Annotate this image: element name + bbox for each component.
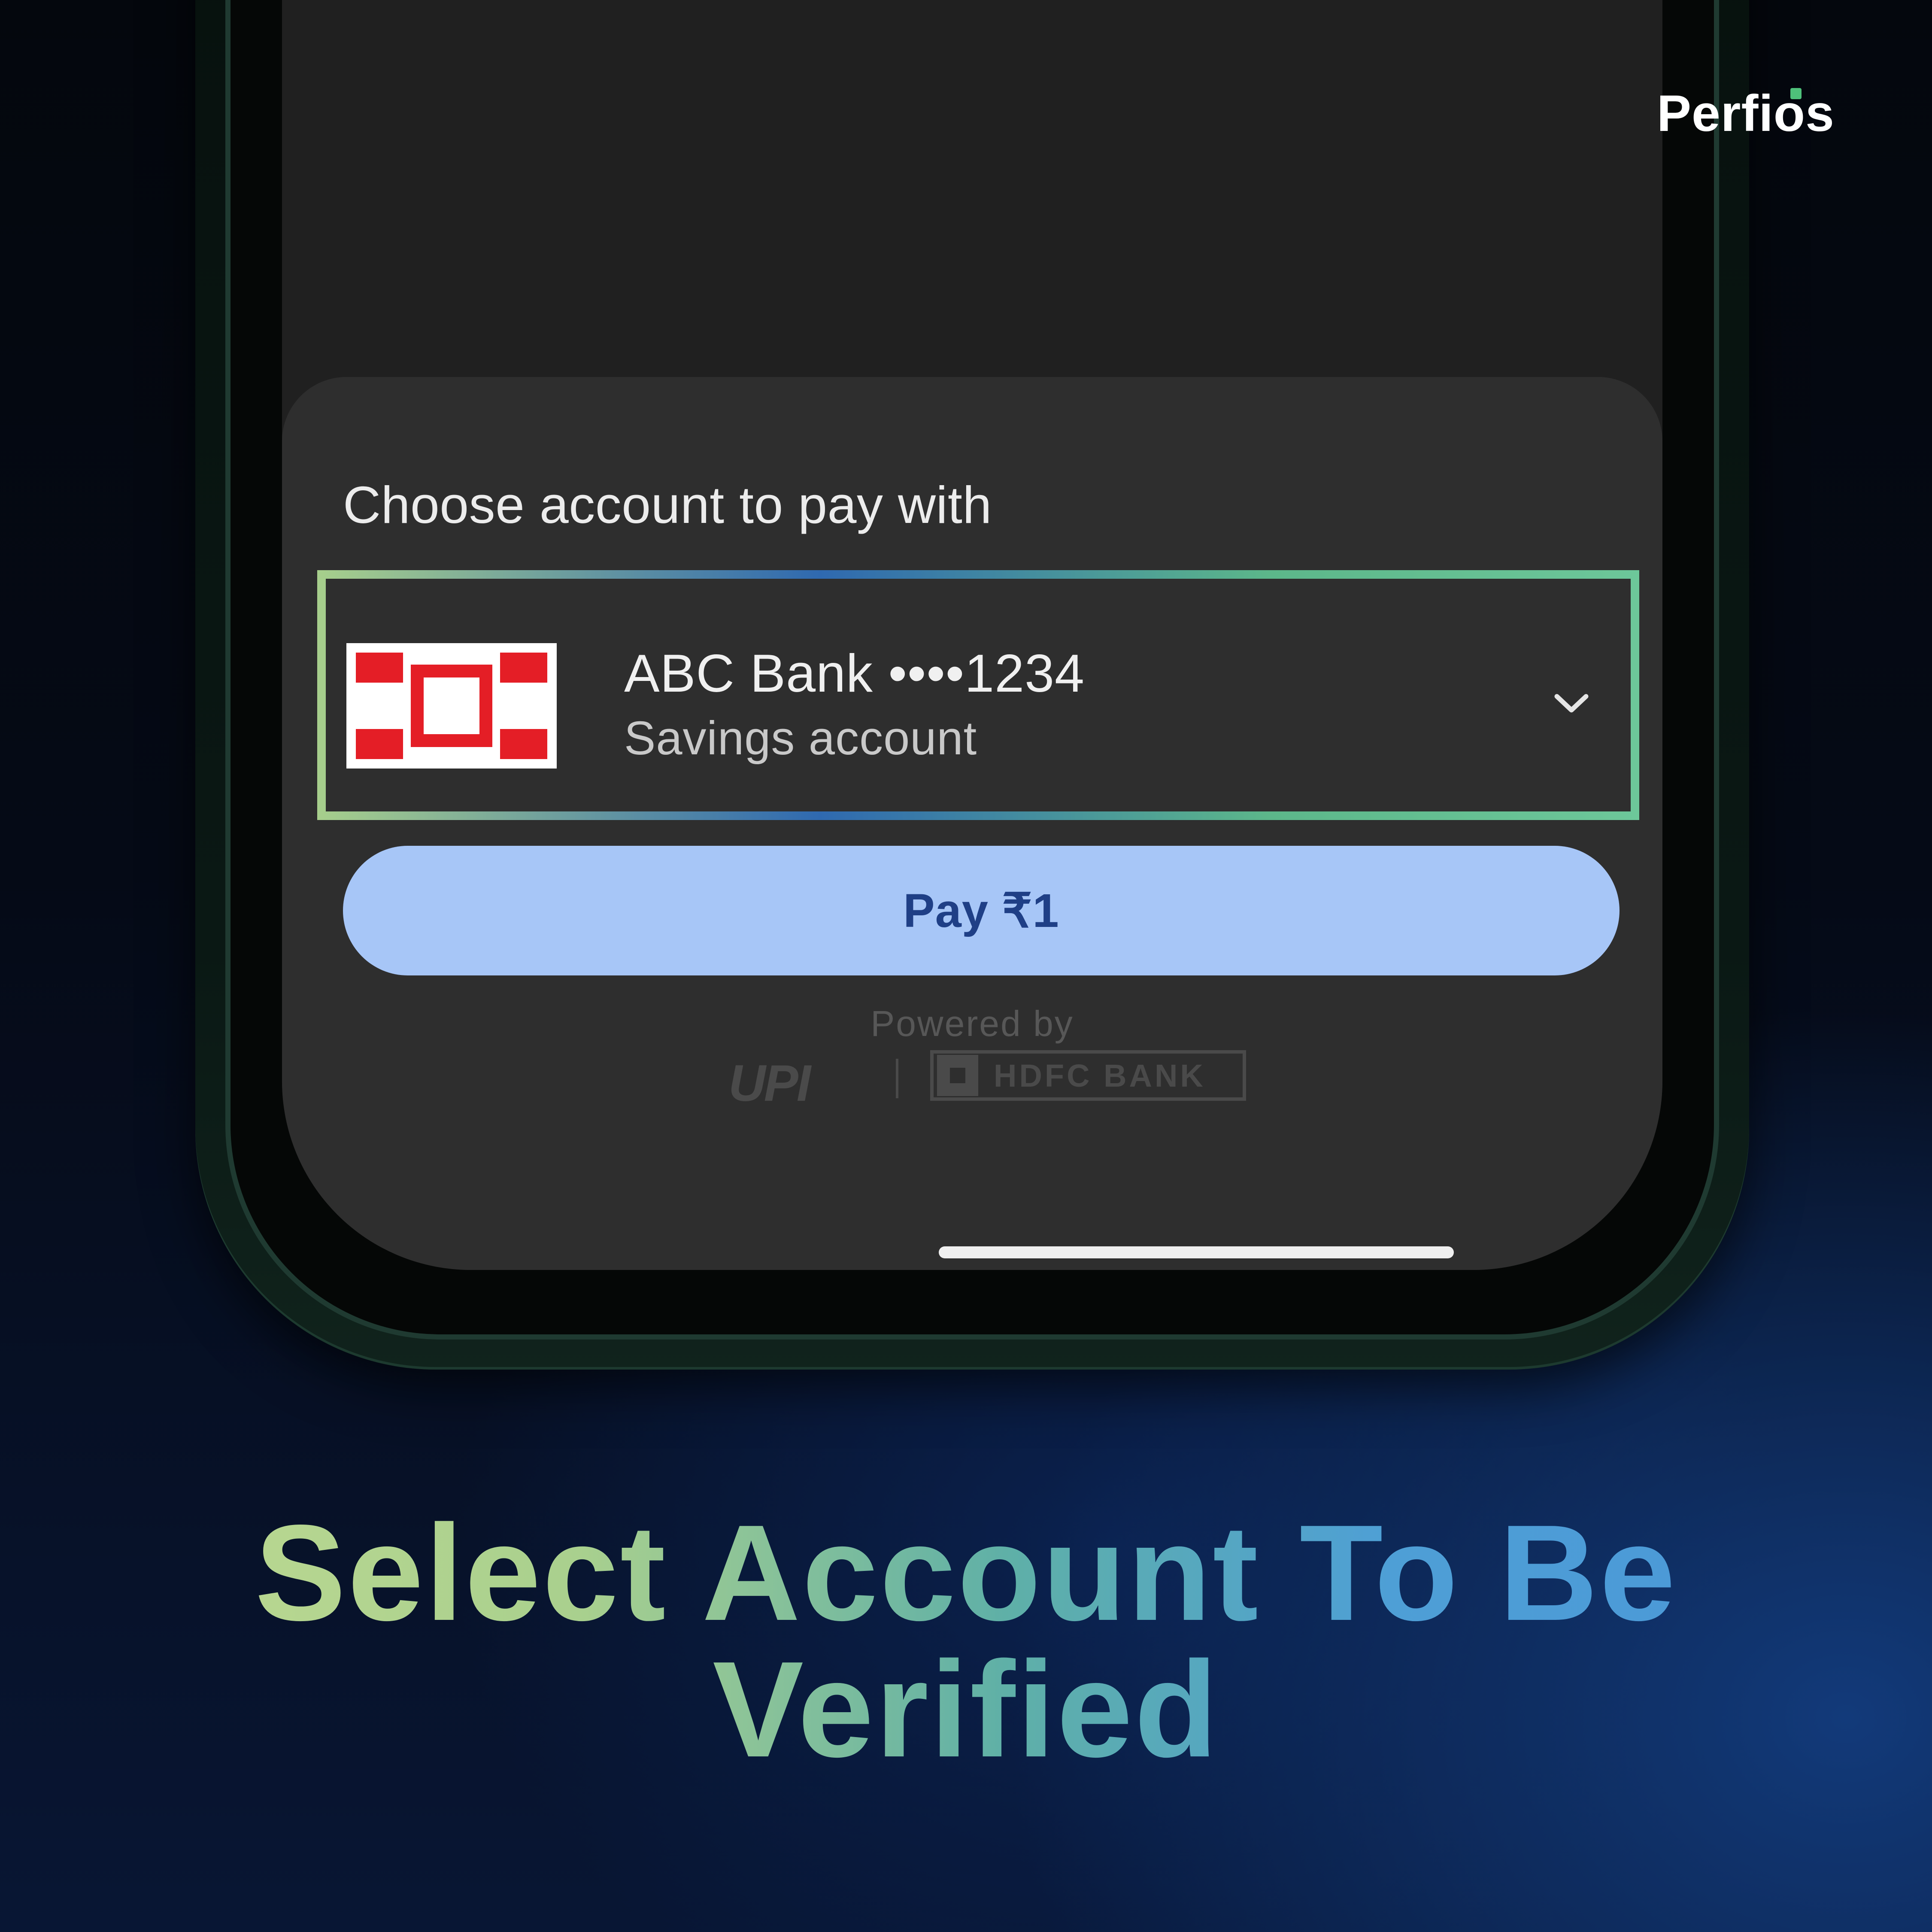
- hdfc-mark-icon: [937, 1055, 978, 1096]
- logo-divider: [896, 1059, 898, 1098]
- headline: Select Account To Be Verified: [0, 1505, 1932, 1778]
- brand-logo-accent: [1790, 88, 1802, 99]
- home-indicator[interactable]: [939, 1246, 1454, 1258]
- chevron-down-icon[interactable]: [1550, 682, 1593, 725]
- brand-logo: Perfios: [1657, 85, 1835, 142]
- sheet-title: Choose account to pay with: [343, 476, 992, 534]
- account-name: ABC Bank ••••1234: [624, 644, 1085, 703]
- upi-logo: UPI: [728, 1054, 811, 1112]
- hdfc-bank-logo: HDFC BANK: [930, 1050, 1246, 1101]
- bank-logo-icon: [346, 643, 557, 769]
- account-selector[interactable]: ABC Bank ••••1234 Savings account: [317, 570, 1639, 820]
- account-bottom-sheet: Choose account to pay with ABC Bank ••••…: [282, 377, 1662, 1270]
- partner-logos: UPI HDFC BANK: [728, 1050, 1252, 1112]
- phone-bezel: Choose account to pay with ABC Bank ••••…: [225, 0, 1719, 1340]
- phone-frame: Choose account to pay with ABC Bank ••••…: [195, 0, 1749, 1370]
- pay-button[interactable]: Pay ₹1: [343, 846, 1620, 975]
- phone-screen: Choose account to pay with ABC Bank ••••…: [282, 0, 1662, 1270]
- hdfc-logo-text: HDFC BANK: [994, 1057, 1206, 1094]
- account-type: Savings account: [624, 712, 977, 765]
- powered-by-label: Powered by: [870, 1003, 1074, 1044]
